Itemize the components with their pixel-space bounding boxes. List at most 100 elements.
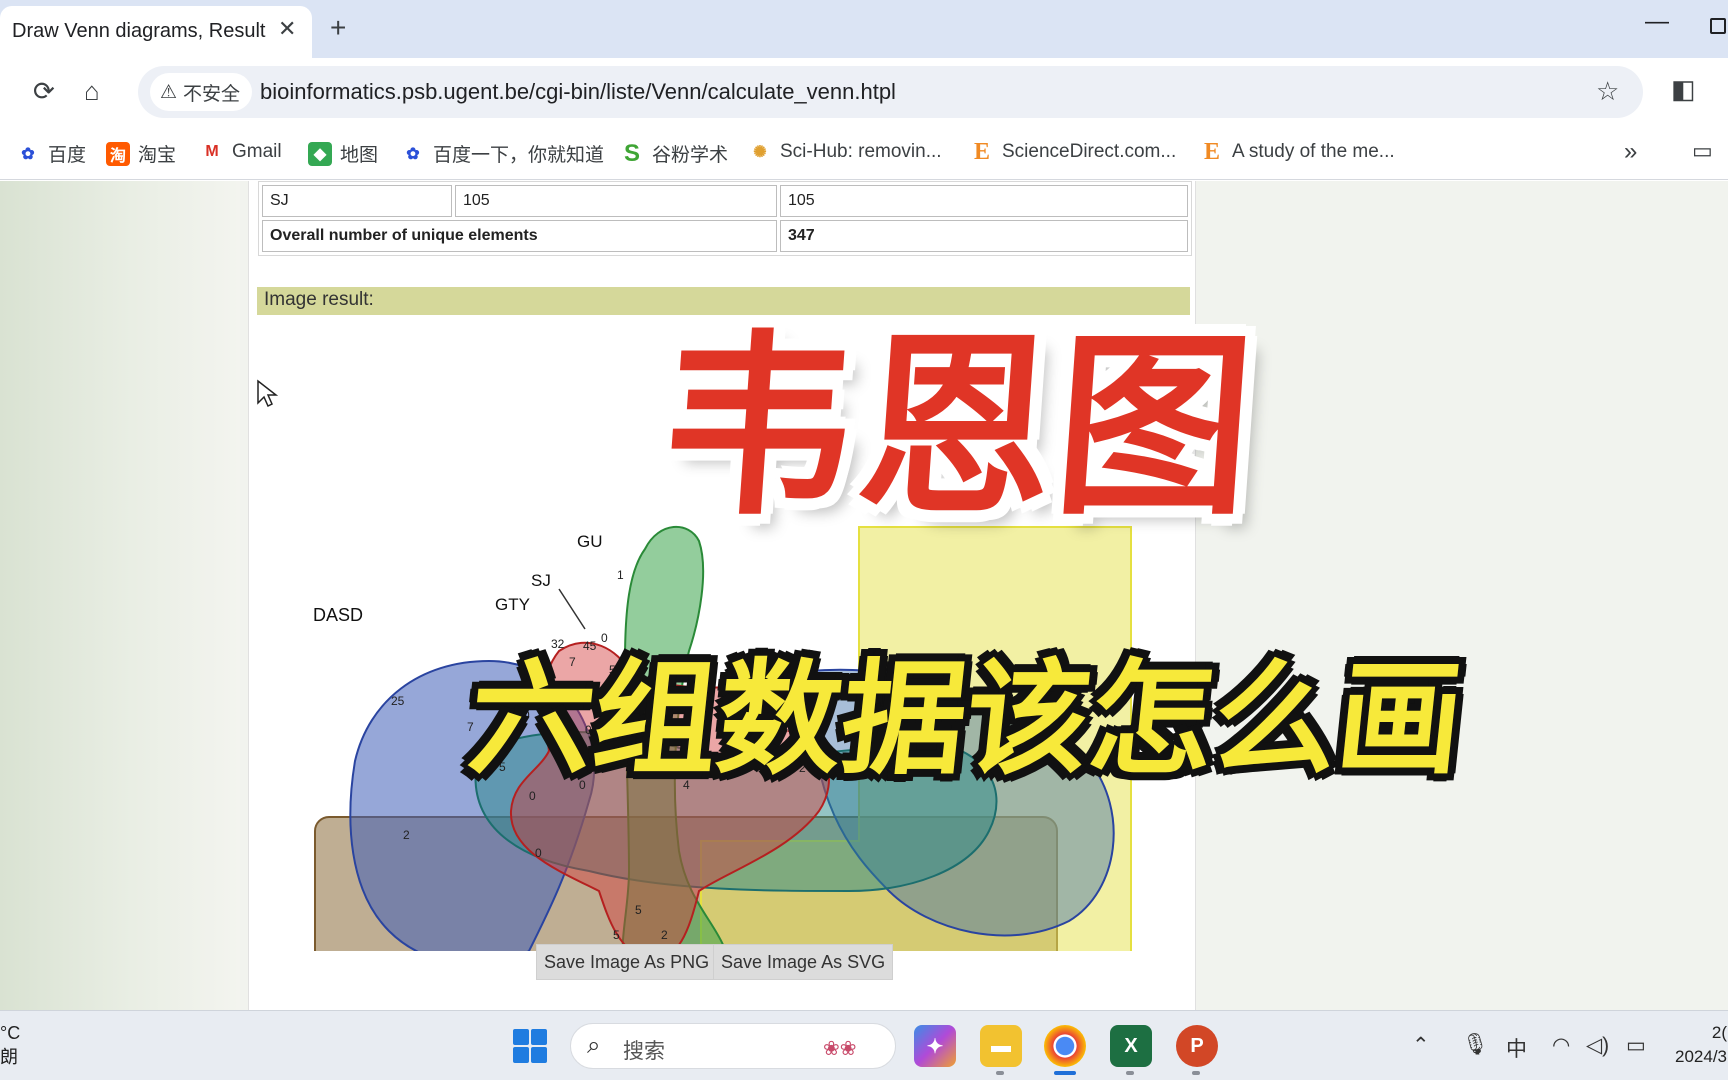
bookmark-label: 谷粉学术 [652,145,729,166]
taobao-icon: 淘 [106,141,130,166]
tab-active[interactable]: Draw Venn diagrams, Result ✕ [0,6,312,58]
venn-count: 0 [601,631,608,645]
tray-overflow-icon[interactable]: ⌃ [1412,1033,1430,1058]
set-label-sj: SJ [531,571,551,590]
warning-icon: ⚠ [160,81,178,103]
side-panel-icon[interactable]: ◧ [1671,74,1696,105]
search-placeholder: 搜索 [623,1040,665,1063]
clock-date: 2024/3 [1675,1047,1727,1066]
app-running-indicator [1126,1071,1134,1075]
file-explorer-icon[interactable]: ▬ [980,1025,1022,1067]
url-text[interactable]: bioinformatics.psb.ugent.be/cgi-bin/list… [260,79,896,105]
mouse-cursor-icon [257,379,278,408]
table-cell: Overall number of unique elements [262,220,777,252]
table-cell: 105 [780,185,1188,217]
set-label-dasd: DASD [313,605,363,625]
bookmark-taobao[interactable]: 淘 淘宝 [106,140,176,167]
set-label-gu: GU [577,532,603,551]
taskbar: °C 朗 ⌕ 搜索 ❀❀ ✦ ▬ X P ⌃ 🎙 中 ◠ ◁) ▭ 2( 202… [0,1010,1728,1080]
excel-icon[interactable]: X [1110,1025,1152,1067]
sj-pointer-line [558,588,586,630]
app-running-indicator [1192,1071,1200,1075]
address-bar[interactable]: ⚠ 不安全 bioinformatics.psb.ugent.be/cgi-bi… [138,66,1643,118]
battery-icon[interactable]: ▭ [1626,1033,1646,1058]
baidu-icon: ✿ [406,145,420,163]
weather-temp: °C [0,1023,21,1043]
bookmark-baidu[interactable]: ✿ 百度 [16,140,86,167]
venn-count: 25 [391,694,405,708]
security-label: 不安全 [183,83,241,105]
tab-title: Draw Venn diagrams, Result [12,20,266,42]
set-label-gty: GTY [495,595,530,614]
folder-icon[interactable]: ▭ [1692,138,1713,164]
table-cell: 105 [455,185,777,217]
tab-strip: Draw Venn diagrams, Result ✕ + — [0,0,1728,58]
bookmark-label: 地图 [340,145,379,166]
ime-indicator[interactable]: 中 [1506,1033,1527,1063]
result-page: SJ 105 105 Overall number of unique elem… [248,181,1196,1010]
bookmark-baidu-search[interactable]: ✿ 百度一下，你就知道 [401,140,604,167]
bookmark-label: 淘宝 [138,145,177,166]
table-cell: SJ [262,185,452,217]
search-icon: ⌕ [587,1032,601,1059]
clock-time: 2( [1711,1023,1727,1042]
browser-toolbar: ⟳ ⌂ ⚠ 不安全 bioinformatics.psb.ugent.be/cg… [0,58,1728,128]
summary-table: SJ 105 105 Overall number of unique elem… [258,181,1192,256]
table-cell: 347 [780,220,1188,252]
venn-count: 2 [403,828,410,842]
volume-icon[interactable]: ◁) [1586,1033,1609,1058]
bookmark-star-icon[interactable]: ☆ [1596,76,1619,107]
save-svg-button[interactable]: Save Image As SVG [713,944,894,980]
image-result-heading: Image result: [257,287,1190,315]
elsevier-icon: E [1203,138,1220,165]
gmail-icon: M [205,143,219,160]
taskbar-search[interactable]: ⌕ 搜索 ❀❀ [570,1023,896,1069]
bookmarks-bar: ✿ 百度 淘 淘宝 M Gmail ◆ 地图 ✿ 百度一下，你就知道 S 谷粉学… [0,128,1728,180]
copilot-icon[interactable]: ✦ [914,1025,956,1067]
venn-count: 0 [535,846,542,860]
save-png-button[interactable]: Save Image As PNG [536,944,718,980]
reload-icon[interactable]: ⟳ [33,76,55,107]
microphone-icon[interactable]: 🎙 [1462,1033,1489,1057]
app-active-indicator [1054,1071,1076,1075]
overlay-title: 韦恩图 [652,314,1262,542]
overlay-subtitle: 六组数据该怎么画 [462,648,1470,792]
maps-icon: ◆ [308,141,332,166]
bookmark-gufen[interactable]: S 谷粉学术 [620,140,728,167]
bookmark-scihub[interactable]: ✺ Sci-Hub: removin... [748,140,942,164]
restore-window-icon[interactable] [1710,18,1726,34]
minimize-icon[interactable]: — [1645,8,1669,36]
new-tab-button[interactable]: + [330,12,346,44]
bookmark-label: ScienceDirect.com... [1002,141,1177,162]
page-viewport: SJ 105 105 Overall number of unique elem… [0,181,1728,1010]
windows-start-icon[interactable] [513,1029,547,1063]
gufen-icon: S [623,139,640,167]
more-bookmarks-icon[interactable]: » [1624,138,1637,166]
background-pattern [0,181,240,1010]
venn-count: 5 [613,928,620,942]
bookmark-label: 百度一下，你就知道 [433,145,605,166]
bookmark-study[interactable]: E A study of the me... [1200,138,1395,165]
bookmark-label: A study of the me... [1232,141,1395,162]
bookmark-sciencedirect[interactable]: E ScienceDirect.com... [970,138,1177,165]
bookmark-label: 百度 [48,145,87,166]
weather-widget[interactable]: °C 朗 [0,1021,20,1069]
search-highlight-icon: ❀❀ [823,1038,857,1060]
bookmark-label: Sci-Hub: removin... [780,141,942,162]
table-row: SJ 105 105 [262,185,1188,217]
home-icon[interactable]: ⌂ [84,76,100,107]
powerpoint-icon[interactable]: P [1176,1025,1218,1067]
bookmark-label: Gmail [232,141,282,162]
bookmark-gmail[interactable]: M Gmail [200,140,282,164]
chrome-icon[interactable] [1044,1025,1086,1067]
security-chip[interactable]: ⚠ 不安全 [150,73,253,111]
venn-count: 5 [635,903,642,917]
tab-close-icon[interactable]: ✕ [278,16,296,42]
bookmark-maps[interactable]: ◆ 地图 [308,140,378,167]
table-row: Overall number of unique elements 347 [262,220,1188,252]
app-running-indicator [996,1071,1004,1075]
system-clock[interactable]: 2( 2024/3 [1675,1021,1727,1069]
wifi-icon[interactable]: ◠ [1552,1033,1570,1058]
elsevier-icon: E [973,138,990,165]
scihub-icon: ✺ [753,144,767,161]
